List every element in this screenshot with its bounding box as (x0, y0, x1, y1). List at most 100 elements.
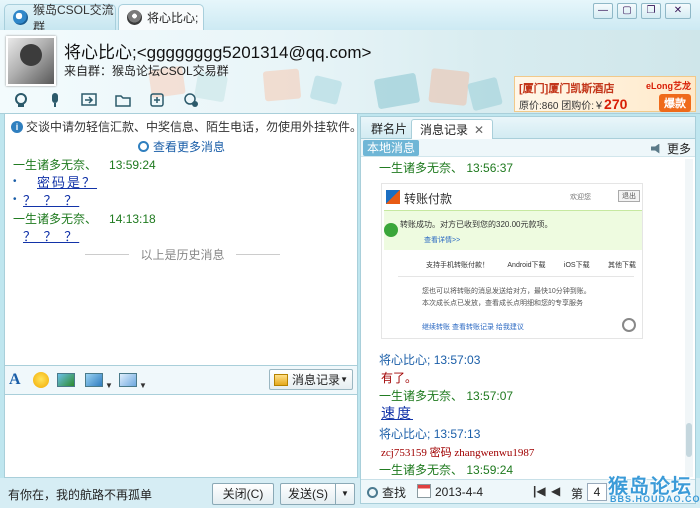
more-messages-label: 查看更多消息 (153, 140, 226, 154)
chat-messages[interactable]: i 交谈中请勿轻信汇款、中奖信息、陌生电话，勿使用外挂软件。 查看更多消息 一生… (4, 114, 362, 366)
tab-group-card[interactable]: 群名片 (363, 119, 415, 139)
chevron-down-icon: ▼ (340, 375, 348, 384)
contact-avatar[interactable] (6, 36, 56, 86)
tab-group-chat[interactable]: 猴岛CSOL交流群 (4, 3, 116, 34)
video-icon (15, 93, 27, 107)
send-options-dropdown[interactable]: ▼ (335, 483, 355, 505)
video-call-button[interactable] (6, 90, 36, 110)
more-label: 更多 (666, 142, 691, 156)
screenshot-icon[interactable] (119, 373, 137, 387)
decorative-photo (428, 68, 470, 106)
font-button[interactable]: A (9, 370, 21, 390)
bullet-icon: • (13, 194, 17, 205)
security-notice: i 交谈中请勿轻信汇款、中奖信息、陌生电话，勿使用外挂软件。 (11, 118, 362, 135)
message-text: ？ ？ ？ (23, 193, 80, 208)
send-file-button[interactable] (108, 90, 138, 110)
ad-banner[interactable]: [厦门]厦门凯斯酒店 eLong艺龙 原价:860 团购价:￥270 爆款 (514, 76, 696, 112)
more-button[interactable]: 更多 (650, 140, 691, 157)
search-icon (367, 487, 378, 498)
history-subbar: 本地消息 更多 (361, 139, 695, 157)
message-input[interactable] (4, 394, 358, 478)
embed-link: Android下载 (507, 262, 546, 269)
sender-name: 将心比心; (379, 353, 431, 367)
ad-price: 270 (604, 96, 628, 112)
minimize-button[interactable]: — (593, 3, 613, 19)
close-window-button[interactable]: ✕ (665, 3, 691, 19)
embed-success-text: 转账成功。对方已收到您的320.00元款项。 (400, 220, 553, 229)
tab-label: 消息记录 (420, 123, 469, 137)
image-icon[interactable] (85, 373, 103, 387)
embed-note: 您也可以将转账的消息发送给对方，最快10分钟到账。 (422, 288, 591, 295)
chat-toolbar (6, 90, 206, 110)
tab-message-history[interactable]: 消息记录 ✕ (411, 119, 494, 139)
history-sender: 一生诸多无奈、 13:56:37 (379, 159, 513, 176)
first-page-button[interactable]: |◀ (533, 484, 546, 498)
embed-success-box: 转账成功。对方已收到您的320.00元款项。 查看详情>> (384, 210, 642, 250)
ad-title: [厦门]厦门凯斯酒店 (519, 83, 615, 95)
sender-name: 将心比心; (379, 427, 431, 441)
message-time: 13:59:24 (109, 158, 156, 172)
history-link[interactable]: 速度 (381, 403, 413, 423)
history-panel: 群名片 消息记录 ✕ 本地消息 更多 一生诸多无奈、 13:56:37 转账付款 … (360, 116, 696, 504)
calendar-icon[interactable] (417, 484, 431, 498)
voice-call-button[interactable] (40, 90, 70, 110)
sender-name: 一生诸多无奈、 (13, 158, 98, 172)
chevron-down-icon[interactable]: ▼ (105, 375, 113, 395)
bank-logo-icon (386, 190, 400, 204)
title-bar: 猴岛CSOL交流群 将心比心; — ▢ ❐ ✕ (0, 0, 700, 34)
history-messages[interactable]: 一生诸多无奈、 13:56:37 转账付款 欢迎您 退出 转账成功。对方已收到您… (361, 157, 683, 477)
magic-text-icon[interactable] (57, 373, 75, 387)
history-sender: 将心比心; 13:57:03 (379, 351, 480, 368)
format-toolbar: A ▼ ▼ 消息记录 ▼ (4, 366, 358, 394)
ad-badge: 爆款 (659, 94, 691, 112)
message-history-button[interactable]: 消息记录 ▼ (269, 369, 353, 390)
app-button[interactable] (142, 90, 172, 110)
message-text: ？ ？ ？ (23, 229, 80, 244)
notice-text: 交谈中请勿轻信汇款、中奖信息、陌生电话，勿使用外挂软件。 (26, 120, 363, 134)
message-time: 13:56:37 (466, 161, 514, 175)
emoji-icon[interactable] (33, 372, 49, 388)
history-divider: 以上是历史消息 (85, 246, 280, 263)
maximize-button[interactable]: ▢ (617, 3, 637, 19)
transfer-screenshot[interactable]: 转账付款 欢迎您 退出 转账成功。对方已收到您的320.00元款项。 查看详情>… (381, 183, 643, 339)
chat-header: 将心比心;<gggggggg5201314@qq.com> 来自群：猴岛论坛CS… (0, 30, 700, 114)
search-button[interactable]: 查找 (367, 484, 406, 501)
message-time: 13:57:07 (466, 389, 514, 403)
contact-name: 将心比心;<gggggggg5201314@qq.com> (64, 43, 372, 62)
watermark-url: BBS.HOUDAO.COM (610, 494, 700, 504)
ad-price-line: 原价:860 团购价:￥270 (519, 96, 627, 112)
decorative-photo (373, 72, 421, 110)
scrollbar-thumb[interactable] (686, 423, 692, 457)
more-icon (184, 93, 198, 107)
site-watermark: 猴岛论坛 BBS.HOUDAO.COM (606, 470, 700, 506)
sender-name: 一生诸多无奈、 (379, 463, 464, 477)
local-messages-tab[interactable]: 本地消息 (363, 140, 420, 156)
page-input[interactable]: 4 (587, 483, 607, 501)
mic-icon (52, 93, 58, 107)
restore-button[interactable]: ❐ (641, 3, 661, 19)
tab-contact-chat[interactable]: 将心比心; (118, 4, 204, 30)
embed-link: iOS下载 (563, 262, 590, 269)
more-apps-button[interactable] (176, 90, 206, 110)
decorative-photo (467, 76, 503, 112)
decorative-photo (262, 68, 302, 102)
message-time: 13:57:13 (433, 427, 481, 441)
send-button[interactable]: 发送(S) (280, 483, 336, 505)
sender-name: 一生诸多无奈、 (13, 212, 98, 226)
share-icon (81, 93, 97, 106)
search-label: 查找 (382, 486, 407, 500)
share-screen-button[interactable] (74, 90, 104, 110)
close-icon[interactable]: ✕ (474, 123, 484, 137)
history-sender: 一生诸多无奈、 13:57:07 (379, 387, 513, 404)
message-sender: 一生诸多无奈、 14:13:18 (13, 210, 156, 227)
embed-note: 本次成长点已发放，查看成长点明细和您的专享服务 (422, 300, 583, 307)
history-sender: 将心比心; 13:57:13 (379, 425, 480, 442)
chevron-down-icon[interactable]: ▼ (139, 375, 147, 395)
zoom-icon[interactable] (622, 318, 636, 332)
view-more-messages-link[interactable]: 查看更多消息 (138, 138, 225, 155)
speaker-icon (650, 143, 660, 154)
history-date[interactable]: 2013-4-4 (435, 485, 483, 499)
close-button[interactable]: 关闭(C) (212, 483, 274, 505)
clock-icon (138, 141, 149, 152)
prev-page-button[interactable]: ◀ (551, 484, 560, 498)
